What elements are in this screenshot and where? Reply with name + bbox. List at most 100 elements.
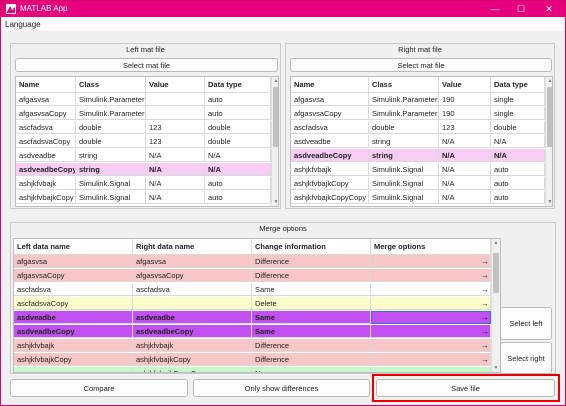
table-cell: afgasvsaCopy bbox=[291, 107, 369, 120]
table-row[interactable]: asdveadbe string N/A N/A bbox=[16, 149, 271, 162]
table-row[interactable]: afgasvsa Simulink.Parameter 190 single bbox=[291, 93, 545, 106]
column-header[interactable]: Left data name bbox=[14, 239, 133, 255]
column-header[interactable]: Change information bbox=[252, 239, 371, 255]
table-cell: Difference bbox=[252, 353, 371, 366]
merge-options-panel: Merge options Left data name Right data n… bbox=[10, 222, 556, 374]
column-header[interactable]: Class bbox=[369, 77, 439, 93]
table-row[interactable]: afgasvsaCopy Simulink.Parameter auto bbox=[16, 107, 271, 120]
table-row[interactable]: afgasvsaCopy afgasvsaCopy Difference → bbox=[14, 269, 491, 282]
table-cell: Same bbox=[252, 311, 371, 324]
column-header[interactable]: Data type bbox=[491, 77, 545, 93]
column-header[interactable]: Merge options bbox=[371, 239, 491, 255]
scroll-down-icon[interactable]: ▼ bbox=[492, 364, 500, 372]
merge-arrow-icon[interactable]: → bbox=[481, 367, 489, 372]
table-cell: ashjkfvbajk bbox=[16, 177, 76, 190]
table-row[interactable]: ashjkfvbajkCopy Simulink.Signal N/A auto bbox=[16, 191, 271, 204]
left-select-mat-file-button[interactable]: Select mat file bbox=[15, 58, 278, 72]
table-row[interactable]: ascfadsvaCopy Delete → bbox=[14, 297, 491, 310]
merge-arrow-icon[interactable]: → bbox=[481, 283, 489, 296]
table-row[interactable]: ascfadsva double 123 double bbox=[291, 121, 545, 134]
table-cell: Simulink.Parameter bbox=[369, 107, 439, 120]
column-header[interactable]: Value bbox=[439, 77, 491, 93]
column-header[interactable]: Data type bbox=[205, 77, 271, 93]
table-cell: Simulink.Parameter bbox=[76, 93, 146, 106]
merge-arrow-icon[interactable]: → bbox=[481, 325, 489, 338]
table-row[interactable]: ascfadsva ascfadsva Same → bbox=[14, 283, 491, 296]
table-header-row: Name Class Value Data type bbox=[16, 77, 271, 93]
merge-arrow-icon[interactable]: → bbox=[481, 339, 489, 352]
scroll-down-icon[interactable]: ▼ bbox=[272, 198, 278, 206]
scrollbar-thumb[interactable] bbox=[493, 253, 499, 293]
table-row[interactable]: afgasvsaCopy Simulink.Parameter 190 single bbox=[291, 107, 545, 120]
table-cell bbox=[371, 325, 491, 338]
table-row[interactable]: ashjkfvbajkCopyCopy Simulink.Signal N/A aut… bbox=[291, 191, 545, 204]
table-row[interactable]: ascfadsva double 123 double bbox=[16, 121, 271, 134]
table-row[interactable]: asdveadbeCopy string N/A N/A bbox=[291, 149, 545, 162]
table-row[interactable]: ashjkfvbajkCopy ashjkfvbajkCopy Difference… bbox=[14, 353, 491, 366]
table-row[interactable]: ashjkfvbajk ashjkfvbajk Difference → bbox=[14, 339, 491, 352]
merge-arrow-icon[interactable]: → bbox=[481, 255, 489, 268]
table-cell: asdveadbe bbox=[16, 149, 76, 162]
table-row[interactable]: asdveadbeCopy asdveadbeCopy Same → bbox=[14, 325, 491, 338]
maximize-button[interactable]: ☐ bbox=[509, 1, 533, 17]
merge-arrow-icon[interactable]: → bbox=[481, 353, 489, 366]
table-cell: Simulink.Signal bbox=[76, 177, 146, 190]
menu-language[interactable]: Language bbox=[5, 20, 41, 29]
table-cell: ashjkfvbajk bbox=[14, 339, 133, 352]
select-left-button[interactable]: Select left bbox=[500, 307, 552, 340]
table-row[interactable]: ascfadsvaCopy double 123 double bbox=[16, 135, 271, 148]
only-show-differences-button[interactable]: Only show differences bbox=[193, 379, 370, 397]
scrollbar-thumb[interactable] bbox=[273, 87, 278, 147]
vertical-scrollbar[interactable]: ▲ ▼ bbox=[491, 239, 500, 372]
right-mat-file-panel: Right mat file Select mat file Name Class… bbox=[285, 43, 555, 209]
merge-table: Left data name Right data name Change info… bbox=[13, 238, 501, 373]
merge-arrow-icon[interactable]: → bbox=[481, 269, 489, 282]
right-select-mat-file-button[interactable]: Select mat file bbox=[290, 58, 552, 72]
table-cell: 123 bbox=[146, 121, 205, 134]
table-cell: ascfadsvaCopy bbox=[14, 297, 133, 310]
minimize-button[interactable]: — bbox=[483, 1, 507, 17]
table-cell: double bbox=[369, 121, 439, 134]
table-cell: ascfadsva bbox=[14, 283, 133, 296]
table-row[interactable]: asdveadbe string N/A N/A bbox=[291, 135, 545, 148]
column-header[interactable]: Name bbox=[291, 77, 369, 93]
column-header[interactable]: Class bbox=[76, 77, 146, 93]
column-header[interactable]: Value bbox=[146, 77, 205, 93]
close-button[interactable]: ✕ bbox=[537, 1, 561, 17]
table-row[interactable]: afgasvsa Simulink.Parameter auto bbox=[16, 93, 271, 106]
compare-button[interactable]: Compare bbox=[10, 379, 188, 397]
table-row[interactable]: ashjkfvbajkCopy Simulink.Signal N/A auto bbox=[291, 177, 545, 190]
table-cell: Difference bbox=[252, 269, 371, 282]
merge-arrow-icon[interactable]: → bbox=[481, 297, 489, 310]
scroll-up-icon[interactable]: ▲ bbox=[492, 239, 500, 247]
table-row[interactable]: ashjkfvbajk Simulink.Signal N/A auto bbox=[16, 177, 271, 190]
table-row[interactable]: afgasvsa afgasvsa Difference → bbox=[14, 255, 491, 268]
table-cell: N/A bbox=[146, 149, 205, 162]
scroll-up-icon[interactable]: ▲ bbox=[546, 77, 552, 85]
table-cell: asdveadbe bbox=[291, 135, 369, 148]
save-button-highlight bbox=[372, 374, 560, 402]
table-cell: afgasvsaCopy bbox=[14, 269, 133, 282]
table-cell: string bbox=[76, 163, 146, 176]
table-row[interactable]: asdveadbe asdveadbe Same → bbox=[14, 311, 491, 324]
table-row[interactable]: ashjkfvbajkCopyCopyNew → bbox=[14, 367, 491, 372]
table-cell: New bbox=[252, 367, 371, 372]
matlab-logo-icon bbox=[6, 4, 16, 14]
scroll-down-icon[interactable]: ▼ bbox=[546, 198, 552, 206]
scrollbar-thumb[interactable] bbox=[547, 87, 552, 147]
table-row[interactable]: ashjkfvbajk Simulink.Signal N/A auto bbox=[291, 163, 545, 176]
table-cell: N/A bbox=[439, 149, 491, 162]
column-header[interactable]: Name bbox=[16, 77, 76, 93]
table-cell: ashjkfvbajkCopyCopy bbox=[291, 191, 369, 204]
scroll-up-icon[interactable]: ▲ bbox=[272, 77, 278, 85]
table-cell: Same bbox=[252, 325, 371, 338]
table-row[interactable]: asdveadbeCopy string N/A N/A bbox=[16, 163, 271, 176]
column-header[interactable]: Right data name bbox=[133, 239, 252, 255]
vertical-scrollbar[interactable]: ▲ ▼ bbox=[545, 77, 552, 206]
table-cell bbox=[371, 297, 491, 310]
select-right-button[interactable]: Select right bbox=[500, 342, 552, 374]
table-cell: afgasvsa bbox=[16, 93, 76, 106]
table-cell: Difference bbox=[252, 339, 371, 352]
vertical-scrollbar[interactable]: ▲ ▼ bbox=[271, 77, 278, 206]
merge-arrow-icon[interactable]: → bbox=[481, 311, 489, 324]
